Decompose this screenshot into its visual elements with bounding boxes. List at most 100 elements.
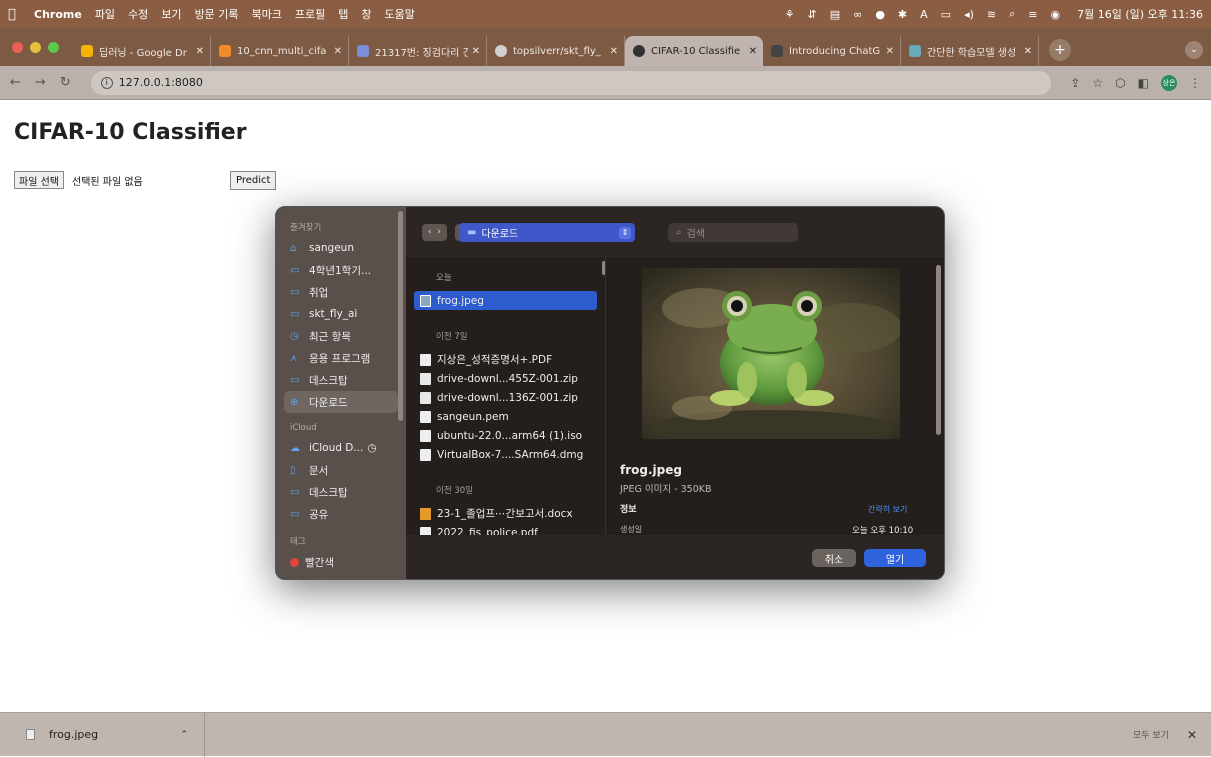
share-icon[interactable]: ⇪	[1070, 76, 1080, 90]
address-bar[interactable]: i 127.0.0.1:8080	[90, 70, 1051, 95]
minimize-window-button[interactable]	[30, 41, 41, 53]
sidebar-item-recents[interactable]: ◷ 최근 항목	[284, 325, 398, 347]
profile-avatar[interactable]: 상은	[1161, 74, 1177, 91]
close-window-button[interactable]	[12, 41, 23, 53]
cancel-button[interactable]: 취소	[812, 549, 856, 567]
tab-colab[interactable]: 10_cnn_multi_cifa ✕	[211, 36, 349, 66]
menu-help[interactable]: 도움말	[385, 6, 415, 22]
download-item[interactable]: frog.jpeg ⌃	[0, 712, 205, 757]
keyboard-icon[interactable]: ▤	[830, 8, 840, 21]
tab-search-icon[interactable]: ⌄	[1185, 41, 1203, 59]
close-icon[interactable]: ✕	[1187, 728, 1197, 742]
sidebar-item-applications[interactable]: ⋏ 응용 프로그램	[284, 347, 398, 369]
download-file-name: frog.jpeg	[49, 728, 99, 741]
sidebar-item-semester-folder[interactable]: ▭ 4학년1학기...	[284, 259, 398, 281]
close-tab-icon[interactable]: ✕	[196, 46, 204, 57]
glasses-icon[interactable]: ∞	[853, 8, 862, 21]
menu-profile[interactable]: 프로필	[295, 6, 325, 22]
tab-baekjoon[interactable]: 21317번: 징검다리 건 ✕	[349, 36, 487, 66]
sidebar-item-shared[interactable]: ▭ 공유	[284, 503, 398, 525]
tab-github[interactable]: topsilverr/skt_fly_ ✕	[487, 36, 625, 66]
file-item[interactable]: drive-downl...136Z-001.zip	[414, 388, 597, 407]
menu-tab[interactable]: 탭	[338, 6, 348, 22]
tab-chatgpt[interactable]: Introducing ChatG ✕	[763, 36, 901, 66]
shared-folder-icon: ▭	[290, 508, 300, 520]
status-red-icon[interactable]: ●	[875, 8, 885, 21]
menu-file[interactable]: 파일	[95, 6, 115, 22]
site-info-icon[interactable]: i	[100, 76, 113, 89]
file-item[interactable]: 지상은_성적증명서+.PDF	[414, 350, 597, 369]
side-panel-icon[interactable]: ◧	[1138, 76, 1149, 90]
sidebar-item-home[interactable]: ⌂ sangeun	[284, 237, 398, 259]
close-tab-icon[interactable]: ✕	[886, 46, 894, 57]
file-item[interactable]: ubuntu-22.0...arm64 (1).iso	[414, 426, 597, 445]
bluetooth-icon[interactable]: ✱	[898, 8, 907, 21]
preview-scrollbar[interactable]	[936, 265, 941, 435]
tab-google-drive[interactable]: 딥러닝 - Google Dr ✕	[73, 36, 211, 66]
close-tab-icon[interactable]: ✕	[610, 46, 618, 57]
apple-icon[interactable]: 	[8, 7, 22, 22]
predict-button[interactable]: Predict	[230, 171, 277, 190]
bookmark-star-icon[interactable]: ☆	[1092, 76, 1103, 90]
sidebar-item-tag-red[interactable]: 빨간색	[284, 551, 398, 573]
close-tab-icon[interactable]: ✕	[749, 46, 757, 57]
sidebar-item-label: skt_fly_ai	[309, 308, 358, 320]
file-item[interactable]: 23-1_졸업프⋯간보고서.docx	[414, 504, 597, 523]
file-item[interactable]: 2022_fis_police.pdf	[414, 523, 597, 535]
url-text[interactable]: 127.0.0.1:8080	[119, 76, 203, 89]
file-item[interactable]: sangeun.pem	[414, 407, 597, 426]
sidebar-item-skt-folder[interactable]: ▭ skt_fly_ai	[284, 303, 398, 325]
menubar-clock[interactable]: 7월 16일 (일) 오후 11:36	[1077, 6, 1203, 22]
input-source-icon[interactable]: A	[920, 8, 928, 21]
tab-simple-model[interactable]: 간단한 학습모델 생성 ✕	[901, 36, 1039, 66]
zoom-window-button[interactable]	[48, 41, 59, 53]
menu-app-name[interactable]: Chrome	[34, 8, 82, 21]
menu-history[interactable]: 방문 기록	[195, 6, 239, 22]
choose-file-button[interactable]: 파일 선택	[14, 171, 64, 189]
volume-icon[interactable]: ◂)	[964, 8, 974, 21]
close-tab-icon[interactable]: ✕	[472, 46, 480, 57]
browser-toolbar: ← → ↻ i 127.0.0.1:8080 ⇪ ☆ ⬡ ◧ 상은 ⋮	[0, 66, 1211, 100]
sidebar-item-icloud-drive[interactable]: ☁ iCloud D... ◷	[284, 437, 398, 459]
extensions-icon[interactable]: ⬡	[1115, 76, 1125, 90]
siri-icon[interactable]: ◉	[1051, 8, 1061, 21]
control-center-icon[interactable]: ≡	[1028, 8, 1037, 21]
file-name: 23-1_졸업프⋯간보고서.docx	[437, 508, 573, 520]
chevron-up-icon[interactable]: ⌃	[180, 730, 188, 740]
google-drive-favicon-icon	[81, 45, 93, 57]
wifi-icon[interactable]: ≋	[987, 8, 996, 21]
back-forward-buttons[interactable]: ‹ ›	[422, 223, 447, 241]
transfer-icon[interactable]: ⇵	[808, 8, 817, 21]
new-tab-button[interactable]: +	[1049, 39, 1071, 61]
file-item[interactable]: VirtualBox-7....SArm64.dmg	[414, 445, 597, 464]
back-icon[interactable]: ←	[10, 75, 21, 90]
image-file-icon	[420, 294, 431, 307]
file-item-frog[interactable]: frog.jpeg	[414, 291, 597, 310]
menu-view[interactable]: 보기	[161, 6, 181, 22]
show-less-link[interactable]: 간략히 보기	[868, 504, 907, 515]
close-tab-icon[interactable]: ✕	[334, 46, 342, 57]
chrome-menu-icon[interactable]: ⋮	[1189, 76, 1201, 90]
search-field[interactable]: ⌕ 검색	[668, 223, 798, 242]
reload-icon[interactable]: ↻	[60, 75, 71, 90]
tab-cifar-classifier[interactable]: CIFAR-10 Classifie ✕	[625, 36, 763, 66]
spotlight-icon[interactable]: ⌕	[1009, 7, 1015, 21]
sidebar-item-documents[interactable]: ▯ 문서	[284, 459, 398, 481]
menu-bookmarks[interactable]: 북마크	[252, 6, 282, 22]
sidebar-item-job-folder[interactable]: ▭ 취업	[284, 281, 398, 303]
menu-edit[interactable]: 수정	[128, 6, 148, 22]
forward-icon[interactable]: →	[35, 75, 46, 90]
battery-icon[interactable]: ▭	[941, 8, 951, 21]
sidebar-item-label: 공유	[309, 508, 329, 521]
location-popup[interactable]: ▬ 다운로드 ⇕	[459, 223, 635, 242]
open-button[interactable]: 열기	[864, 549, 926, 567]
close-tab-icon[interactable]: ✕	[1024, 46, 1032, 57]
menu-window[interactable]: 창	[361, 6, 371, 22]
show-all-button[interactable]: 모두 보기	[1133, 728, 1169, 741]
sidebar-item-icloud-desktop[interactable]: ▭ 데스크탑	[284, 481, 398, 503]
status-app-icon[interactable]: ⚘	[785, 8, 795, 21]
file-item[interactable]: drive-downl...455Z-001.zip	[414, 369, 597, 388]
sidebar-item-downloads[interactable]: ⊕ 다운로드	[284, 391, 398, 413]
sidebar-scrollbar[interactable]	[398, 211, 403, 421]
sidebar-item-desktop[interactable]: ▭ 데스크탑	[284, 369, 398, 391]
